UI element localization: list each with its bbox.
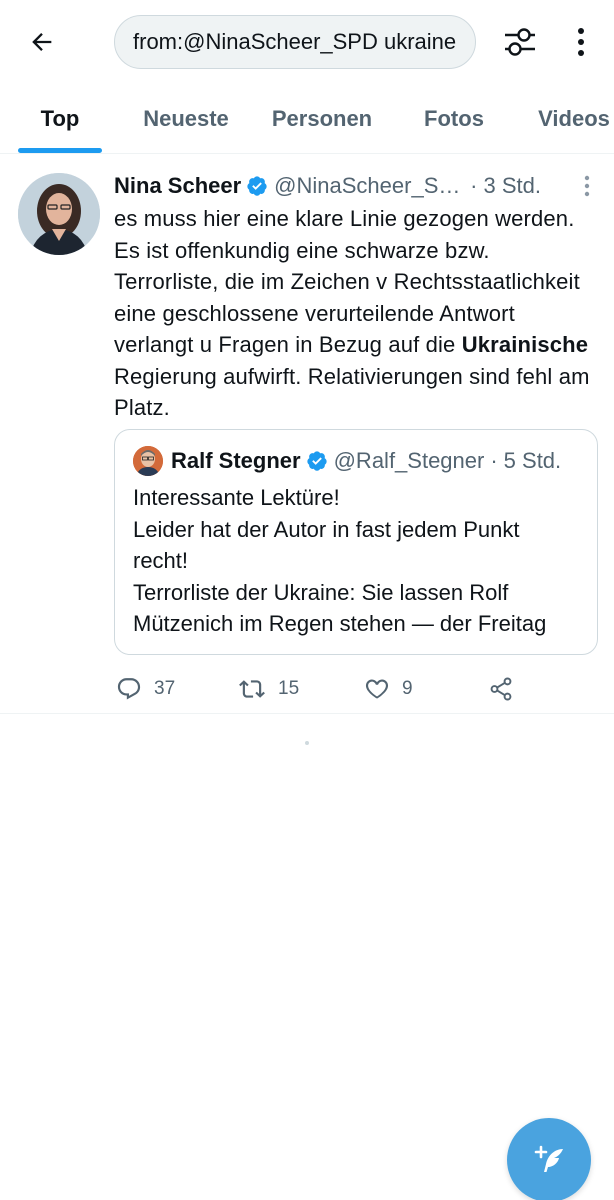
retweet-button[interactable]: 15 — [238, 669, 299, 709]
search-filter-button[interactable] — [498, 22, 542, 62]
heart-icon — [365, 679, 389, 699]
tweet-text-part: Regierung aufwirft. Relativierungen sind… — [114, 363, 590, 421]
tab-personen[interactable]: Personen — [262, 84, 382, 154]
vertical-dots-icon — [578, 28, 584, 56]
retweet-count: 15 — [278, 678, 300, 699]
quoted-author-handle: @Ralf_Stegner — [333, 448, 485, 473]
profile-photo — [18, 173, 100, 255]
tab-videos[interactable]: Videos — [526, 84, 614, 154]
reply-icon — [117, 678, 141, 700]
reply-count: 37 — [154, 678, 176, 699]
top-bar — [0, 0, 614, 84]
quoted-avatar — [133, 446, 163, 476]
tweet-text: es muss hier eine klare Linie gezogen we… — [114, 203, 600, 424]
quoted-tweet-header: Ralf Stegner @Ralf_Stegner · 5 Std. — [133, 444, 579, 478]
quoted-text-line: recht! — [133, 548, 189, 573]
retweet-icon — [239, 680, 265, 698]
active-tab-indicator — [18, 148, 102, 153]
avatar[interactable] — [18, 173, 100, 255]
search-input[interactable] — [133, 29, 457, 55]
separator-dot: · — [470, 173, 478, 198]
tweet-more-button[interactable] — [574, 171, 600, 201]
author-name[interactable]: Nina Scheer — [114, 173, 241, 199]
quoted-text-line: Mützenich im Regen stehen — der Freitag — [133, 611, 547, 636]
quoted-author-name: Ralf Stegner — [171, 448, 301, 473]
quoted-profile-photo — [133, 446, 163, 476]
compose-feather-icon — [534, 1145, 563, 1172]
vertical-dots-icon — [584, 175, 590, 197]
tab-top[interactable]: Top — [18, 84, 102, 154]
author-handle[interactable]: @NinaScheer_SPD — [274, 173, 464, 199]
quoted-text-line: Leider hat der Autor in fast jedem Punkt — [133, 516, 520, 542]
share-icon — [490, 677, 512, 701]
quoted-tweet-text: Interessante Lektüre! Leider hat der Aut… — [133, 482, 579, 640]
verified-badge-icon — [306, 450, 328, 472]
share-button[interactable] — [488, 669, 526, 709]
verified-badge-icon — [246, 175, 268, 197]
like-count: 9 — [402, 678, 413, 699]
sliders-icon — [505, 28, 535, 56]
search-tabs: Top Neueste Personen Fotos Videos — [0, 84, 614, 154]
quoted-tweet-time: 5 Std. — [503, 448, 562, 473]
tab-neueste[interactable]: Neueste — [128, 84, 244, 154]
separator-dot: · — [490, 448, 498, 473]
tab-fotos[interactable]: Fotos — [408, 84, 500, 154]
more-options-button[interactable] — [564, 22, 598, 62]
tweet-text-highlight: Ukrainische — [461, 332, 589, 357]
back-button[interactable] — [20, 22, 64, 62]
like-button[interactable]: 9 — [364, 669, 413, 709]
tweet-header: Nina Scheer @NinaScheer_SPD · 3 Std. — [114, 169, 600, 203]
tweet-time[interactable]: 3 Std. — [484, 173, 541, 199]
reply-button[interactable]: 37 — [116, 669, 175, 709]
arrow-left-icon — [32, 33, 52, 51]
tweet-body: Nina Scheer @NinaScheer_SPD · 3 Std. es … — [114, 169, 600, 701]
quoted-text-line: Terrorliste der Ukraine: Sie lassen Rolf — [133, 579, 509, 605]
quoted-tweet[interactable]: Ralf Stegner @Ralf_Stegner · 5 Std. Inte… — [114, 429, 598, 655]
quoted-text-line: Interessante Lektüre! — [133, 485, 340, 510]
loading-indicator — [305, 741, 309, 745]
tweet-actions: 37 15 9 — [114, 669, 600, 709]
tweet[interactable]: Nina Scheer @NinaScheer_SPD · 3 Std. es … — [0, 155, 614, 714]
compose-tweet-button[interactable] — [507, 1118, 591, 1200]
search-box[interactable] — [114, 15, 476, 69]
